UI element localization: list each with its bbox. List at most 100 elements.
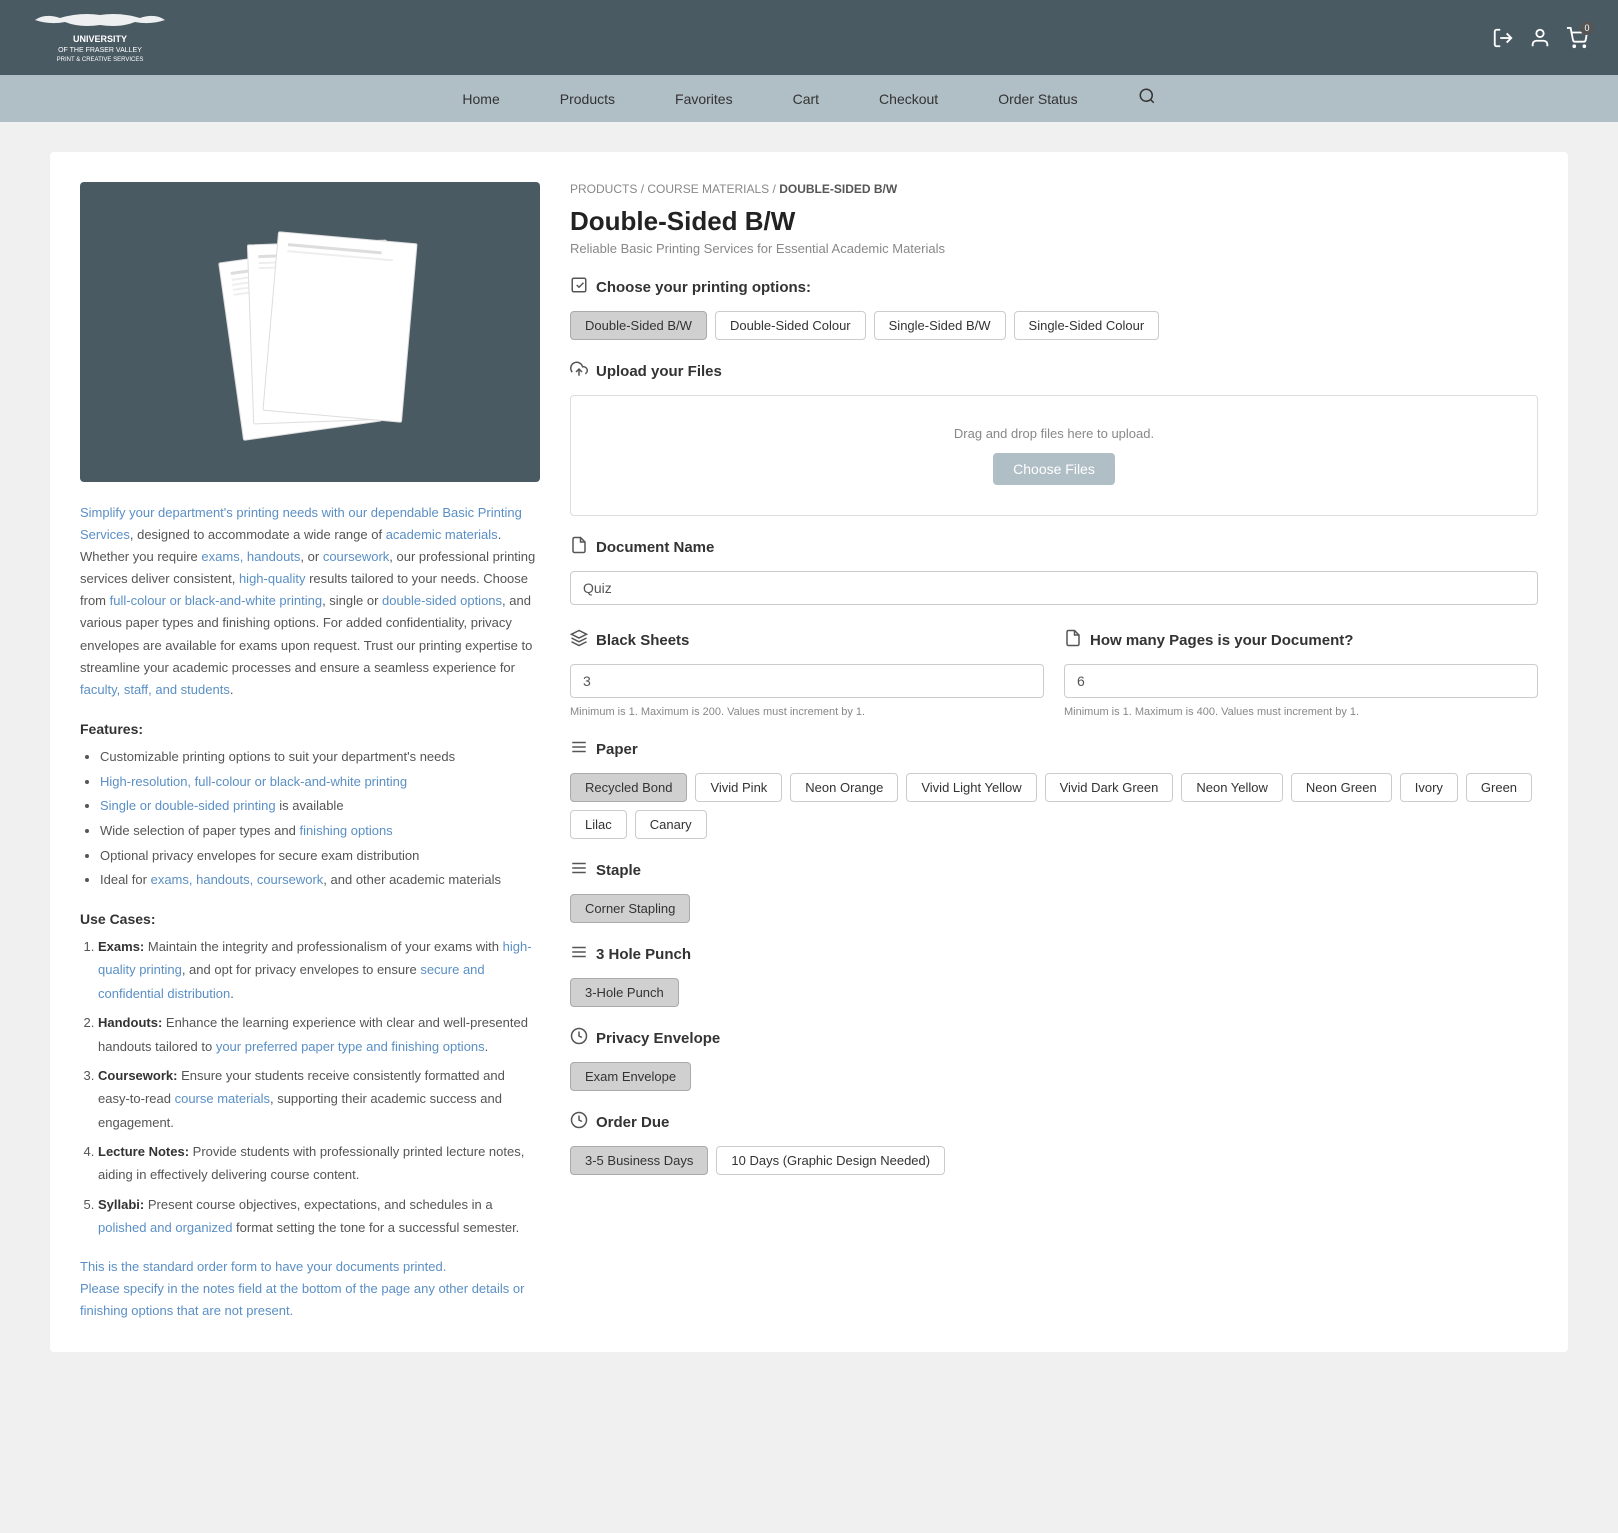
staple-corner[interactable]: Corner Stapling bbox=[570, 894, 690, 923]
pages-header: How many Pages is your Document? bbox=[1064, 629, 1538, 652]
features-list: Customizable printing options to suit yo… bbox=[80, 745, 540, 893]
black-sheets-input[interactable] bbox=[570, 664, 1044, 698]
order-due-header: Order Due bbox=[570, 1111, 1538, 1134]
use-cases-list: Exams: Maintain the integrity and profes… bbox=[80, 935, 540, 1240]
privacy-icon bbox=[570, 1027, 588, 1050]
nav-products[interactable]: Products bbox=[560, 91, 615, 107]
paper-sheet-3 bbox=[262, 231, 417, 423]
note-text: This is the standard order form to have … bbox=[80, 1256, 540, 1322]
svg-text:OF THE FRASER VALLEY: OF THE FRASER VALLEY bbox=[58, 47, 142, 54]
document-name-header: Document Name bbox=[570, 536, 1538, 559]
paper-ivory[interactable]: Ivory bbox=[1400, 773, 1458, 802]
product-subtitle: Reliable Basic Printing Services for Ess… bbox=[570, 241, 1538, 256]
privacy-envelope-header: Privacy Envelope bbox=[570, 1027, 1538, 1050]
use-case-item: Exams: Maintain the integrity and profes… bbox=[98, 935, 540, 1005]
logo: UNIVERSITY OF THE FRASER VALLEY PRINT & … bbox=[30, 10, 170, 65]
printing-options-header: Choose your printing options: bbox=[570, 276, 1538, 299]
printing-options-label: Choose your printing options: bbox=[596, 279, 811, 296]
order-due-label: Order Due bbox=[596, 1114, 669, 1131]
use-case-item: Coursework: Ensure your students receive… bbox=[98, 1064, 540, 1134]
features-title: Features: bbox=[80, 721, 540, 737]
option-double-sided-colour[interactable]: Double-Sided Colour bbox=[715, 311, 866, 340]
paper-options-group: Recycled Bond Vivid Pink Neon Orange Viv… bbox=[570, 773, 1538, 839]
privacy-exam-envelope[interactable]: Exam Envelope bbox=[570, 1062, 691, 1091]
option-single-sided-bw[interactable]: Single-Sided B/W bbox=[874, 311, 1006, 340]
pages-input[interactable] bbox=[1064, 664, 1538, 698]
staple-options-group: Corner Stapling bbox=[570, 894, 1538, 923]
content-card: Simplify your department's printing need… bbox=[50, 152, 1568, 1352]
use-case-item: Handouts: Enhance the learning experienc… bbox=[98, 1011, 540, 1058]
left-column: Simplify your department's printing need… bbox=[80, 182, 540, 1322]
pages-label: How many Pages is your Document? bbox=[1090, 632, 1353, 649]
staple-label: Staple bbox=[596, 862, 641, 879]
svg-text:PRINT & CREATIVE SERVICES: PRINT & CREATIVE SERVICES bbox=[57, 57, 144, 63]
hole-punch-header: 3 Hole Punch bbox=[570, 943, 1538, 966]
upload-area[interactable]: Drag and drop files here to upload. Choo… bbox=[570, 395, 1538, 516]
feature-item: Customizable printing options to suit yo… bbox=[100, 745, 540, 770]
search-icon[interactable] bbox=[1138, 87, 1156, 110]
hole-punch-icon bbox=[570, 943, 588, 966]
paper-neon-orange[interactable]: Neon Orange bbox=[790, 773, 898, 802]
paper-neon-green[interactable]: Neon Green bbox=[1291, 773, 1392, 802]
option-double-sided-bw[interactable]: Double-Sided B/W bbox=[570, 311, 707, 340]
paper-canary[interactable]: Canary bbox=[635, 810, 707, 839]
top-header: UNIVERSITY OF THE FRASER VALLEY PRINT & … bbox=[0, 0, 1618, 75]
nav-checkout[interactable]: Checkout bbox=[879, 91, 938, 107]
use-cases-section: Use Cases: Exams: Maintain the integrity… bbox=[80, 911, 540, 1240]
breadcrumb: PRODUCTS / COURSE MATERIALS / DOUBLE-SID… bbox=[570, 182, 1538, 196]
features-section: Features: Customizable printing options … bbox=[80, 721, 540, 893]
feature-item: Ideal for exams, handouts, coursework, a… bbox=[100, 868, 540, 893]
clock-icon bbox=[570, 1111, 588, 1134]
note-line-1: This is the standard order form to have … bbox=[80, 1256, 540, 1278]
paper-vivid-dark-green[interactable]: Vivid Dark Green bbox=[1045, 773, 1174, 802]
note-line-2: Please specify in the notes field at the… bbox=[80, 1278, 540, 1322]
order-10-days[interactable]: 10 Days (Graphic Design Needed) bbox=[716, 1146, 945, 1175]
hole-punch-3[interactable]: 3-Hole Punch bbox=[570, 978, 679, 1007]
hole-punch-options-group: 3-Hole Punch bbox=[570, 978, 1538, 1007]
paper-vivid-light-yellow[interactable]: Vivid Light Yellow bbox=[906, 773, 1036, 802]
paper-icon bbox=[570, 738, 588, 761]
logout-icon[interactable] bbox=[1492, 27, 1514, 49]
breadcrumb-products[interactable]: PRODUCTS bbox=[570, 182, 637, 196]
layers-icon bbox=[570, 629, 588, 652]
header-icons: 0 bbox=[1492, 27, 1588, 49]
document-pages-icon bbox=[1064, 629, 1082, 652]
order-due-options-group: 3-5 Business Days 10 Days (Graphic Desig… bbox=[570, 1146, 1538, 1175]
feature-item: High-resolution, full-colour or black-an… bbox=[100, 770, 540, 795]
staple-icon bbox=[570, 859, 588, 882]
choose-files-button[interactable]: Choose Files bbox=[993, 453, 1115, 485]
privacy-envelope-options-group: Exam Envelope bbox=[570, 1062, 1538, 1091]
nav-cart[interactable]: Cart bbox=[793, 91, 819, 107]
document-icon bbox=[570, 536, 588, 559]
black-sheets-header: Black Sheets bbox=[570, 629, 1044, 652]
description-main: Simplify your department's printing need… bbox=[80, 502, 540, 701]
paper-recycled-bond[interactable]: Recycled Bond bbox=[570, 773, 687, 802]
use-case-item: Syllabi: Present course objectives, expe… bbox=[98, 1193, 540, 1240]
nav-home[interactable]: Home bbox=[462, 91, 499, 107]
product-image bbox=[80, 182, 540, 482]
upload-icon bbox=[570, 360, 588, 383]
upload-header: Upload your Files bbox=[570, 360, 1538, 383]
feature-item: Optional privacy envelopes for secure ex… bbox=[100, 844, 540, 869]
user-icon[interactable] bbox=[1529, 27, 1551, 49]
cart-count: 0 bbox=[1580, 21, 1594, 35]
nav-order-status[interactable]: Order Status bbox=[998, 91, 1077, 107]
paper-lilac[interactable]: Lilac bbox=[570, 810, 627, 839]
black-sheets-hint: Minimum is 1. Maximum is 200. Values mus… bbox=[570, 706, 1044, 718]
order-3-5-days[interactable]: 3-5 Business Days bbox=[570, 1146, 708, 1175]
use-cases-title: Use Cases: bbox=[80, 911, 540, 927]
paper-header: Paper bbox=[570, 738, 1538, 761]
feature-item: Single or double-sided printing is avail… bbox=[100, 794, 540, 819]
paper-green[interactable]: Green bbox=[1466, 773, 1532, 802]
pages-hint: Minimum is 1. Maximum is 400. Values mus… bbox=[1064, 706, 1538, 718]
breadcrumb-course-materials[interactable]: COURSE MATERIALS bbox=[647, 182, 769, 196]
paper-neon-yellow[interactable]: Neon Yellow bbox=[1181, 773, 1283, 802]
paper-vivid-pink[interactable]: Vivid Pink bbox=[695, 773, 782, 802]
upload-drag-text: Drag and drop files here to upload. bbox=[601, 426, 1507, 441]
nav-bar: Home Products Favorites Cart Checkout Or… bbox=[0, 75, 1618, 122]
feature-item: Wide selection of paper types and finish… bbox=[100, 819, 540, 844]
pages-group: How many Pages is your Document? Minimum… bbox=[1064, 609, 1538, 718]
option-single-sided-colour[interactable]: Single-Sided Colour bbox=[1014, 311, 1160, 340]
nav-favorites[interactable]: Favorites bbox=[675, 91, 733, 107]
document-name-input[interactable] bbox=[570, 571, 1538, 605]
